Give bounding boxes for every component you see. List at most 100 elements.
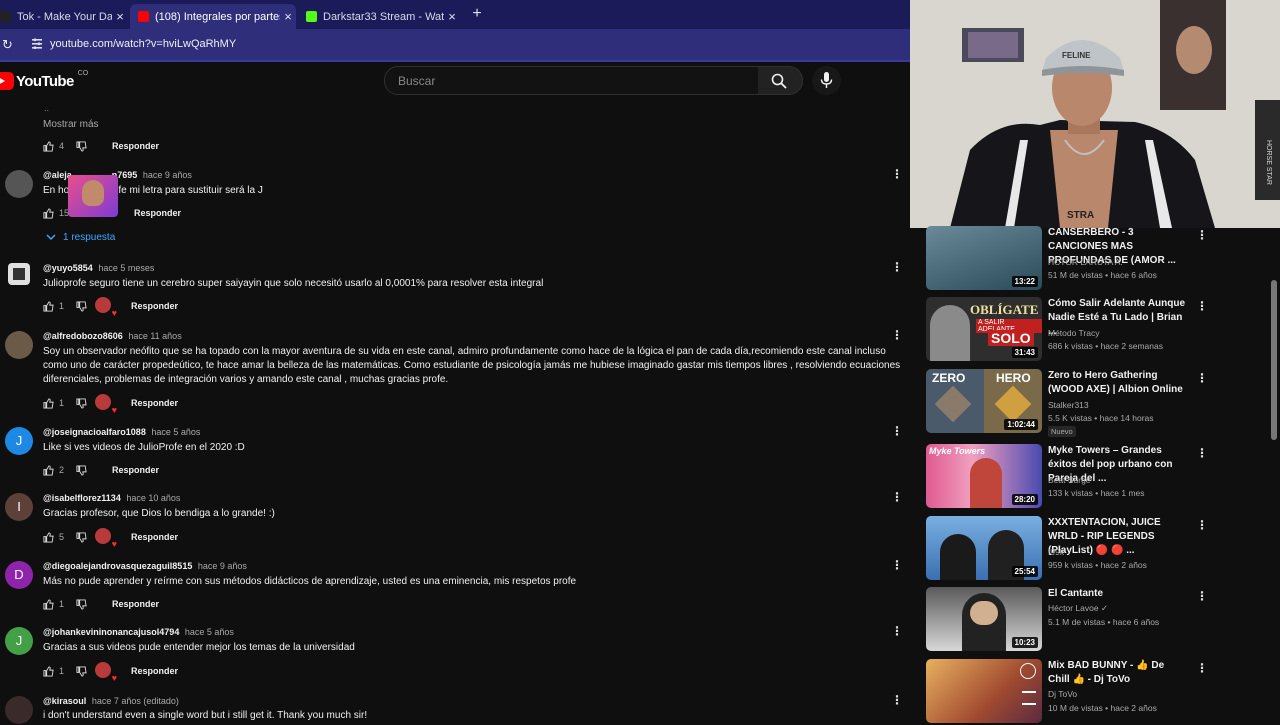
author-handle[interactable]: @kirasoul [43,696,86,706]
comment-time[interactable]: hace 11 años [128,331,181,341]
recommended-video[interactable]: 13:22 CANSERBERO - 3 CANCIONES MAS PROFU… [926,226,1266,292]
thumbs-down-icon[interactable] [76,397,87,409]
video-channel[interactable]: Héctor Lavoe ✓ [1048,603,1108,614]
avatar[interactable] [5,170,33,198]
thumbs-up-icon[interactable] [43,397,54,409]
avatar[interactable]: I [5,493,33,521]
more-actions-icon[interactable]: ⋮ [891,491,903,504]
avatar[interactable] [8,263,30,285]
recommended-video[interactable]: Mix BAD BUNNY - 👍 De Chill 👍 - Dj ToVo D… [926,659,1266,725]
reply-button[interactable]: Responder [131,666,178,676]
thumbs-down-icon[interactable] [76,665,87,677]
video-thumbnail[interactable]: ZERO HERO 1:02:44 [926,369,1042,433]
site-info-icon[interactable] [32,38,42,49]
author-handle[interactable]: @isabelflorez1134 [43,493,121,503]
tab-kick[interactable]: Darkstar33 Stream - Watch Live × [298,4,460,29]
comment-time[interactable]: hace 9 años [198,561,247,571]
comment-time[interactable]: hace 5 meses [98,263,154,273]
video-channel[interactable]: Dj ToVo [1048,689,1077,699]
recommended-video[interactable]: OBLÍGATE A SALIR ADELANTE SOLO 31:43 Cóm… [926,297,1266,363]
more-actions-icon[interactable]: ⋮ [1196,447,1208,460]
author-handle[interactable]: @diegoalejandrovasquezaguil8515 [43,561,192,571]
reply-button[interactable]: Responder [131,398,178,408]
video-thumbnail[interactable]: 13:22 [926,226,1042,290]
url-field[interactable]: youtube.com/watch?v=hviLwQaRhMY [50,38,236,50]
thumbs-up-icon[interactable] [43,300,54,312]
video-channel[interactable]: Método Tracy [1048,328,1100,338]
more-actions-icon[interactable]: ⋮ [1196,662,1208,675]
comment-time[interactable]: hace 9 años [143,170,192,180]
thumbs-up-icon[interactable] [43,665,54,677]
video-thumbnail[interactable]: 10:23 [926,587,1042,651]
thumbs-up-icon[interactable] [43,207,54,219]
author-handle[interactable]: @alfredobozo8606 [43,331,123,341]
thumbs-down-icon[interactable] [76,598,87,610]
page-scrollbar[interactable] [1271,280,1277,440]
thumbs-up-icon[interactable] [43,598,54,610]
new-tab-button[interactable]: + [468,5,486,23]
video-channel[interactable]: Stalker313 [1048,400,1089,410]
recommended-video[interactable]: Myke Towers 28:20 Myke Towers – Grandes … [926,444,1266,510]
video-channel[interactable]: f99k [1048,547,1064,557]
video-title[interactable]: El Cantante [1048,587,1188,601]
more-actions-icon[interactable]: ⋮ [891,329,903,342]
video-thumbnail[interactable]: Myke Towers 28:20 [926,444,1042,508]
avatar[interactable]: D [5,561,33,589]
reply-button[interactable]: Responder [112,465,159,475]
video-title[interactable]: XXXTENTACION, JUICE WRLD - RIP LEGENDS (… [1048,516,1188,558]
more-actions-icon[interactable]: ⋮ [891,425,903,438]
comment-time[interactable]: hace 10 años [126,493,180,503]
more-actions-icon[interactable]: ⋮ [1196,372,1208,385]
video-title[interactable]: Zero to Hero Gathering (WOOD AXE) | Albi… [1048,369,1188,397]
comment-time[interactable]: hace 5 años [151,427,200,437]
reply-button[interactable]: Responder [134,208,181,218]
reload-icon[interactable]: ↻ [2,37,13,53]
reply-button[interactable]: Responder [131,301,178,311]
reply-button[interactable]: Responder [131,532,178,542]
reply-button[interactable]: Responder [112,599,159,609]
add-to-queue-icon[interactable] [1022,691,1036,705]
thumbs-down-icon[interactable] [76,300,87,312]
close-tab-icon[interactable]: × [112,9,128,24]
video-thumbnail[interactable]: OBLÍGATE A SALIR ADELANTE SOLO 31:43 [926,297,1042,361]
video-channel[interactable]: HCTOR LARUTA A. [1048,257,1123,267]
reply-button[interactable]: Responder [112,141,159,151]
close-tab-icon[interactable]: × [280,9,296,24]
more-actions-icon[interactable]: ⋮ [891,625,903,638]
video-channel[interactable]: Beat Surge [1048,475,1091,485]
tab-youtube[interactable]: (108) Integrales por partes | Ej... × [130,4,296,29]
video-thumbnail[interactable] [926,659,1042,723]
video-thumbnail[interactable]: 25:54 [926,516,1042,580]
tab-tiktok[interactable]: Tok - Make Your Day × [0,4,128,29]
more-actions-icon[interactable]: ⋮ [1196,590,1208,603]
author-handle[interactable]: @yuyo5854 [43,263,93,273]
close-tab-icon[interactable]: × [444,9,460,24]
search-input[interactable] [396,73,740,89]
search-box[interactable] [384,66,760,95]
thumbs-down-icon[interactable] [76,140,87,152]
thumbs-up-icon[interactable] [43,531,54,543]
recommended-video[interactable]: ZERO HERO 1:02:44 Zero to Hero Gathering… [926,369,1266,437]
author-handle[interactable]: @joseignacioalfaro1088 [43,427,146,437]
thumbs-up-icon[interactable] [43,464,54,476]
comment-time[interactable]: hace 7 años (editado) [92,696,179,706]
author-handle[interactable]: @johankevininonancajusol4794 [43,627,179,637]
watch-later-icon[interactable] [1020,663,1036,679]
recommended-video[interactable]: 10:23 El Cantante Héctor Lavoe ✓ 5.1 M d… [926,587,1266,653]
show-more-link[interactable]: Mostrar más [43,119,99,130]
comment-time[interactable]: hace 5 años [185,627,234,637]
more-actions-icon[interactable]: ⋮ [1196,229,1208,242]
thumbs-down-icon[interactable] [76,531,87,543]
view-replies-button[interactable]: 1 respuesta [46,232,115,243]
youtube-logo[interactable]: YouTube CO [0,70,88,91]
thumbs-up-icon[interactable] [43,140,54,152]
video-title[interactable]: Mix BAD BUNNY - 👍 De Chill 👍 - Dj ToVo [1048,659,1188,687]
search-button[interactable] [758,66,803,95]
more-actions-icon[interactable]: ⋮ [891,694,903,707]
more-actions-icon[interactable]: ⋮ [1196,519,1208,532]
voice-search-button[interactable] [812,66,841,95]
avatar[interactable] [5,331,33,359]
more-actions-icon[interactable]: ⋮ [891,261,903,274]
more-actions-icon[interactable]: ⋮ [1196,300,1208,313]
thumbs-down-icon[interactable] [76,464,87,476]
